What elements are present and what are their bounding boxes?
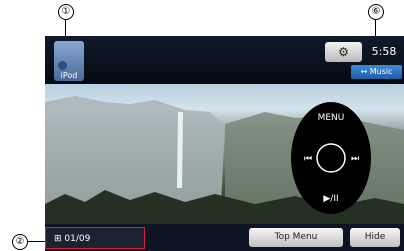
prev-track-button[interactable]: ⏮ <box>299 154 317 164</box>
chapter-icon: ⊞ <box>54 234 62 244</box>
music-button[interactable]: ↔ Music <box>351 65 402 79</box>
play-pause-button[interactable]: ▶/II <box>313 194 349 204</box>
callout-6-leader <box>375 19 376 37</box>
music-label: ↔ Music <box>360 67 393 76</box>
menu-button[interactable]: MENU <box>316 113 346 123</box>
next-track-button[interactable]: ⏭ <box>346 154 364 164</box>
ipod-icon <box>58 61 67 70</box>
ipod-video-screen: iPod ⚙ 5:58 ↔ Music MENU ⏮ ⏭ ▶/II ⊞ 01/0… <box>45 36 404 251</box>
callout-6: ⑥ <box>368 4 384 20</box>
settings-button[interactable]: ⚙ <box>325 42 362 62</box>
waterfall <box>177 112 183 188</box>
bottom-bar: ⊞ 01/09 Top Menu Hide <box>45 224 404 251</box>
callout-2-leader <box>28 241 45 242</box>
track-counter-box: ⊞ 01/09 <box>45 227 145 249</box>
gear-icon: ⚙ <box>338 45 349 59</box>
track-counter: 01/09 <box>64 234 91 244</box>
top-menu-button[interactable]: Top Menu <box>249 228 343 247</box>
callout-1: ① <box>58 4 74 20</box>
source-label: iPod <box>60 71 78 80</box>
source-ipod-tile[interactable]: iPod <box>54 41 84 81</box>
callout-2: ② <box>12 234 28 250</box>
top-bar: iPod ⚙ 5:58 ↔ Music <box>45 36 404 84</box>
clock: 5:58 <box>371 45 397 58</box>
hide-button[interactable]: Hide <box>350 228 400 247</box>
